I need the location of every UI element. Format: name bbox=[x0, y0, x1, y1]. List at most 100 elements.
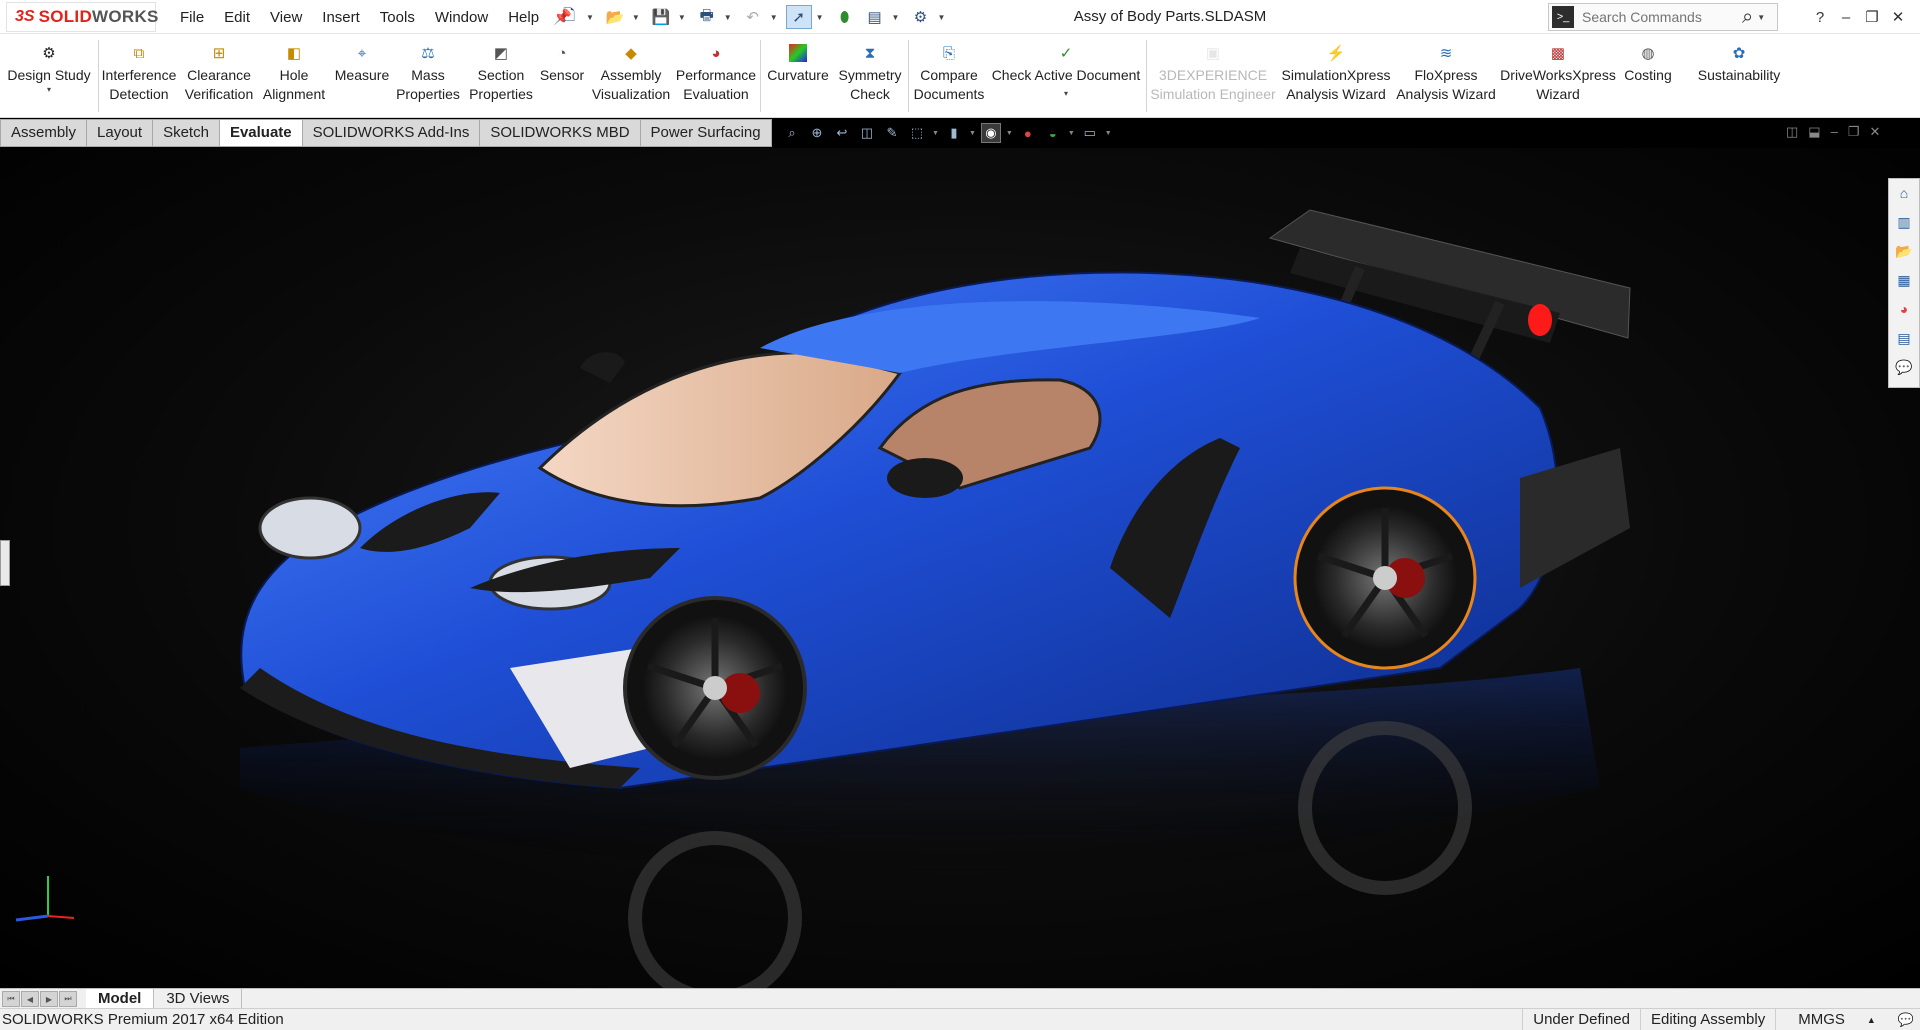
curvature-button[interactable]: Curvature bbox=[764, 34, 832, 118]
new-document-icon[interactable]: 🗋 bbox=[556, 5, 582, 29]
graphics-area[interactable]: ⌂ ▥ 📂 ▦ ◕ ▤ 💬 bbox=[0, 148, 1920, 988]
select-dropdown-icon[interactable]: ▼ bbox=[816, 13, 824, 22]
menu-window[interactable]: Window bbox=[425, 9, 498, 26]
check-active-document-button[interactable]: ✓ Check Active Document ▾ bbox=[990, 34, 1142, 118]
view-settings-dropdown-icon[interactable]: ▼ bbox=[1105, 130, 1112, 137]
tab-power-surfacing[interactable]: Power Surfacing bbox=[640, 119, 772, 147]
file-explorer-icon[interactable]: 📂 bbox=[1893, 241, 1915, 261]
menu-insert[interactable]: Insert bbox=[312, 9, 370, 26]
section-view-icon[interactable]: ◫ bbox=[857, 123, 877, 143]
forum-icon[interactable]: 💬 bbox=[1893, 357, 1915, 377]
tab-evaluate[interactable]: Evaluate bbox=[219, 119, 303, 147]
open-dropdown-icon[interactable]: ▼ bbox=[632, 13, 640, 22]
apply-scene-dropdown-icon[interactable]: ▼ bbox=[1068, 130, 1075, 137]
view-palette-icon[interactable]: ▦ bbox=[1893, 270, 1915, 290]
next-tab-icon[interactable]: ▶ bbox=[40, 991, 58, 1007]
symmetry-check-button[interactable]: ⧗ Symmetry Check bbox=[836, 34, 904, 118]
costing-button[interactable]: ◍ Costing bbox=[1618, 34, 1678, 118]
display-style-icon[interactable]: ▮ bbox=[944, 123, 964, 143]
tab-solidworks-mbd[interactable]: SOLIDWORKS MBD bbox=[480, 119, 641, 147]
view-orientation-icon[interactable]: ⬚ bbox=[907, 123, 927, 143]
tab-layout[interactable]: Layout bbox=[87, 119, 154, 147]
traffic-light-icon[interactable]: ⬮ bbox=[832, 5, 858, 29]
driveworksxpress-button[interactable]: ▩ DriveWorksXpress Wizard bbox=[1500, 34, 1616, 118]
solidworks-logo[interactable]: 3S SOLIDWORKS bbox=[6, 2, 158, 32]
clearance-verification-button[interactable]: ⊞ Clearance Verification bbox=[180, 34, 258, 118]
viewport-restore-button[interactable]: ❐ bbox=[1848, 124, 1860, 140]
interference-detection-button[interactable]: ⧉ Interference Detection bbox=[100, 34, 178, 118]
last-tab-icon[interactable]: ⏭ bbox=[59, 991, 77, 1007]
unit-system-caret-icon[interactable]: ▲ bbox=[1867, 1009, 1892, 1030]
undo-icon[interactable]: ↶ bbox=[740, 5, 766, 29]
save-dropdown-icon[interactable]: ▼ bbox=[678, 13, 686, 22]
compare-documents-button[interactable]: ⎘ Compare Documents bbox=[912, 34, 986, 118]
mass-properties-button[interactable]: ⚖ Mass Properties bbox=[394, 34, 462, 118]
open-folder-icon[interactable]: 📂 bbox=[602, 5, 628, 29]
select-pointer-icon[interactable]: ➚ bbox=[785, 5, 812, 29]
simulationxpress-button[interactable]: ⚡ SimulationXpress Analysis Wizard bbox=[1280, 34, 1392, 118]
unit-system-button[interactable]: MMGS bbox=[1775, 1009, 1867, 1030]
menu-tools[interactable]: Tools bbox=[370, 9, 425, 26]
search-dropdown-icon[interactable]: ▼ bbox=[1757, 13, 1765, 22]
undo-dropdown-icon[interactable]: ▼ bbox=[770, 13, 778, 22]
save-icon[interactable]: 💾 bbox=[648, 5, 674, 29]
prev-tab-icon[interactable]: ◀ bbox=[21, 991, 39, 1007]
viewport-close-button[interactable]: ✕ bbox=[1869, 124, 1880, 140]
first-tab-icon[interactable]: ⏮ bbox=[2, 991, 20, 1007]
file-properties-icon[interactable]: ▤ bbox=[862, 5, 888, 29]
previous-view-icon[interactable]: ↩ bbox=[832, 123, 852, 143]
sustainability-button[interactable]: ✿ Sustainability bbox=[1692, 34, 1786, 118]
zoom-to-fit-icon[interactable]: ⌕ bbox=[782, 123, 802, 143]
menu-help[interactable]: Help bbox=[498, 9, 549, 26]
magnifier-icon[interactable]: ⌕ bbox=[1742, 6, 1753, 29]
home-icon[interactable]: ⌂ bbox=[1893, 183, 1915, 203]
hide-show-items-icon[interactable]: ◉ bbox=[980, 123, 1001, 143]
check-active-dropdown-icon[interactable]: ▾ bbox=[1064, 89, 1068, 99]
performance-evaluation-button[interactable]: ◕ Performance Evaluation bbox=[676, 34, 756, 118]
hide-show-dropdown-icon[interactable]: ▼ bbox=[1006, 130, 1013, 137]
minimize-button[interactable]: – bbox=[1836, 9, 1856, 26]
print-dropdown-icon[interactable]: ▼ bbox=[724, 13, 732, 22]
sensor-button[interactable]: ◔ Sensor bbox=[538, 34, 586, 118]
hole-alignment-button[interactable]: ◧ Hole Alignment bbox=[258, 34, 330, 118]
tab-sketch[interactable]: Sketch bbox=[153, 119, 220, 147]
appearances-icon[interactable]: ◕ bbox=[1893, 299, 1915, 319]
view-settings-icon[interactable]: ▭ bbox=[1080, 123, 1100, 143]
menu-file[interactable]: File bbox=[170, 9, 214, 26]
view-orientation-dropdown-icon[interactable]: ▼ bbox=[932, 130, 939, 137]
feature-manager-collapse-handle[interactable] bbox=[0, 540, 10, 586]
design-library-icon[interactable]: ▥ bbox=[1893, 212, 1915, 232]
custom-properties-icon[interactable]: ▤ bbox=[1893, 328, 1915, 348]
split-vertical-icon[interactable]: ◫ bbox=[1786, 124, 1798, 140]
message-bubble-icon[interactable]: 💬 bbox=[1892, 1009, 1920, 1030]
close-button[interactable]: ✕ bbox=[1888, 8, 1908, 26]
zoom-to-area-icon[interactable]: ⊕ bbox=[807, 123, 827, 143]
menu-view[interactable]: View bbox=[260, 9, 312, 26]
menu-edit[interactable]: Edit bbox=[214, 9, 260, 26]
restore-button[interactable]: ❐ bbox=[1862, 8, 1882, 26]
floxpress-button[interactable]: ≋ FloXpress Analysis Wizard bbox=[1396, 34, 1496, 118]
measure-button[interactable]: ⌖ Measure bbox=[332, 34, 392, 118]
search-input[interactable] bbox=[1574, 9, 1734, 25]
design-study-dropdown-icon[interactable]: ▾ bbox=[47, 85, 51, 95]
3dexperience-simulation-button[interactable]: ▣ 3DEXPERIENCE Simulation Engineer bbox=[1150, 34, 1276, 118]
section-properties-button[interactable]: ◩ Section Properties bbox=[466, 34, 536, 118]
new-dropdown-icon[interactable]: ▼ bbox=[586, 13, 594, 22]
design-study-button[interactable]: ⚙ Design Study ▾ bbox=[4, 34, 94, 118]
tab-3d-views[interactable]: 3D Views bbox=[154, 989, 243, 1009]
display-style-dropdown-icon[interactable]: ▼ bbox=[969, 130, 976, 137]
help-icon[interactable]: ? bbox=[1810, 9, 1830, 26]
tab-solidworks-add-ins[interactable]: SOLIDWORKS Add-Ins bbox=[302, 119, 481, 147]
search-commands-box[interactable]: >_ ⌕ ▼ bbox=[1548, 3, 1778, 31]
print-icon[interactable]: 🖶 bbox=[694, 5, 720, 29]
file-properties-dropdown-icon[interactable]: ▼ bbox=[892, 13, 900, 22]
options-dropdown-icon[interactable]: ▼ bbox=[937, 13, 945, 22]
apply-scene-icon[interactable]: ◒ bbox=[1043, 123, 1063, 143]
tab-model[interactable]: Model bbox=[86, 989, 155, 1009]
tab-assembly[interactable]: Assembly bbox=[0, 119, 88, 147]
dynamic-annotation-icon[interactable]: ✎ bbox=[882, 123, 902, 143]
options-gear-icon[interactable]: ⚙ bbox=[907, 5, 933, 29]
edit-appearance-icon[interactable]: ● bbox=[1018, 123, 1038, 143]
assembly-visualization-button[interactable]: ◆ Assembly Visualization bbox=[590, 34, 672, 118]
split-horizontal-icon[interactable]: ⬓ bbox=[1808, 124, 1820, 140]
